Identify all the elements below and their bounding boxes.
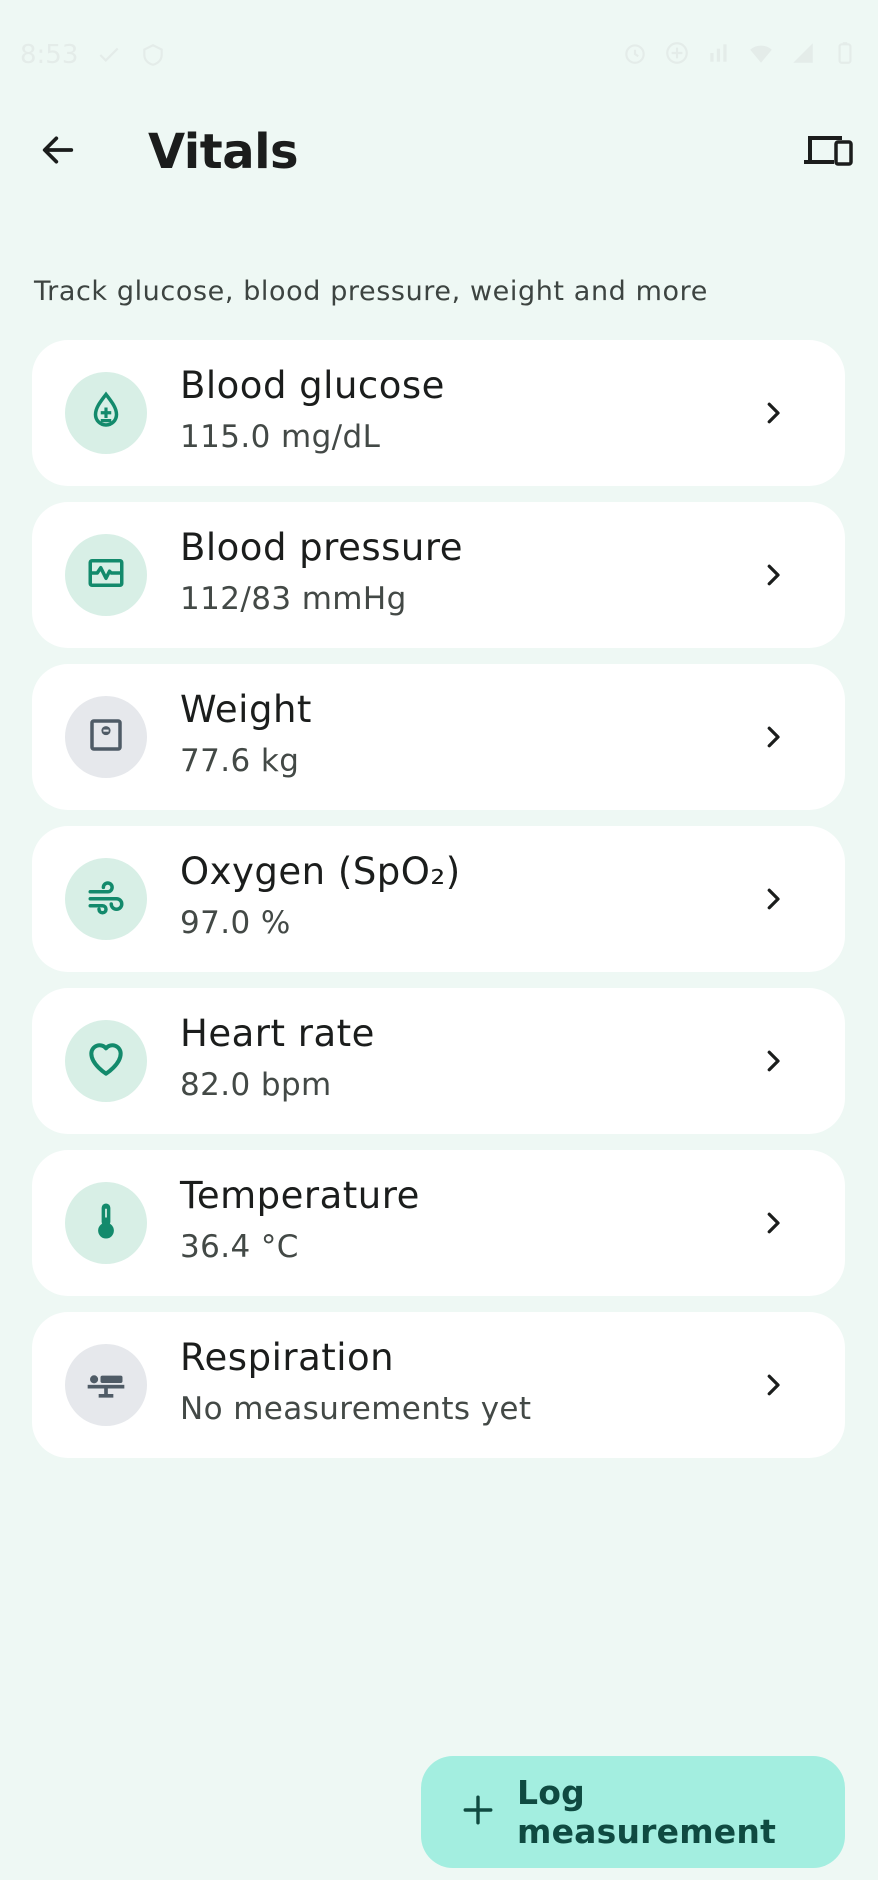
signal-icon [790, 40, 816, 66]
scale-icon [85, 714, 127, 760]
chevron-right-icon [753, 1203, 793, 1243]
app-bar: Vitals [0, 110, 878, 194]
vital-label: Temperature [180, 1174, 420, 1217]
data-saver-icon [664, 40, 690, 66]
icon-container [65, 858, 147, 940]
add-icon [461, 1793, 495, 1831]
check-icon [96, 42, 122, 68]
chevron-right-icon [753, 717, 793, 757]
network-icon [706, 40, 732, 66]
monitor-heart-icon [85, 552, 127, 598]
vital-value: 97.0 % [180, 905, 291, 941]
blood-drop-icon [85, 390, 127, 436]
vitals-list: Blood glucose 115.0 mg/dL Blood pressure… [32, 340, 845, 1474]
log-measurement-button[interactable]: Log measurement [421, 1756, 845, 1868]
vital-card-blood-pressure[interactable]: Blood pressure 112/83 mmHg [32, 502, 845, 648]
vital-label: Blood pressure [180, 526, 464, 569]
vital-card-respiration[interactable]: Respiration No measurements yet [32, 1312, 845, 1458]
vital-value: 112/83 mmHg [180, 581, 407, 617]
chevron-right-icon [753, 393, 793, 433]
alarm-icon [622, 40, 648, 66]
battery-icon [832, 40, 858, 66]
vital-value: 82.0 bpm [180, 1067, 332, 1103]
icon-container [65, 1182, 147, 1264]
thermometer-icon [85, 1200, 127, 1246]
devices-icon [802, 130, 854, 174]
vital-value: No measurements yet [180, 1391, 532, 1427]
wifi-icon [748, 40, 774, 66]
chevron-right-icon [753, 555, 793, 595]
arrow-back-icon [38, 130, 78, 174]
vital-label: Respiration [180, 1336, 395, 1379]
vital-value: 115.0 mg/dL [180, 419, 381, 455]
icon-container [65, 534, 147, 616]
vital-label: Heart rate [180, 1012, 375, 1055]
chevron-right-icon [753, 1041, 793, 1081]
air-icon [85, 876, 127, 922]
vital-card-oxygen[interactable]: Oxygen (SpO₂) 97.0 % [32, 826, 845, 972]
back-button[interactable] [28, 122, 88, 182]
vital-label: Blood glucose [180, 364, 445, 407]
devices-button[interactable] [796, 124, 860, 180]
vital-card-heart-rate[interactable]: Heart rate 82.0 bpm [32, 988, 845, 1134]
vital-value: 36.4 °C [180, 1229, 299, 1265]
vital-card-weight[interactable]: Weight 77.6 kg [32, 664, 845, 810]
icon-container [65, 372, 147, 454]
icon-container [65, 1020, 147, 1102]
fab-label: Log measurement [517, 1773, 777, 1851]
chevron-right-icon [753, 1365, 793, 1405]
page-title: Vitals [148, 124, 299, 180]
page-subtitle: Track glucose, blood pressure, weight an… [34, 276, 708, 307]
status-time: 8:53 [20, 40, 79, 70]
chevron-right-icon [753, 879, 793, 919]
vital-label: Oxygen (SpO₂) [180, 850, 461, 893]
icon-container [65, 696, 147, 778]
vital-card-temperature[interactable]: Temperature 36.4 °C [32, 1150, 845, 1296]
shield-icon [140, 42, 166, 68]
respiration-icon [84, 1361, 128, 1409]
vital-card-blood-glucose[interactable]: Blood glucose 115.0 mg/dL [32, 340, 845, 486]
status-bar: 8:53 [0, 0, 878, 110]
icon-container [65, 1344, 147, 1426]
vital-label: Weight [180, 688, 312, 731]
vital-value: 77.6 kg [180, 743, 300, 779]
heart-icon [84, 1037, 128, 1085]
